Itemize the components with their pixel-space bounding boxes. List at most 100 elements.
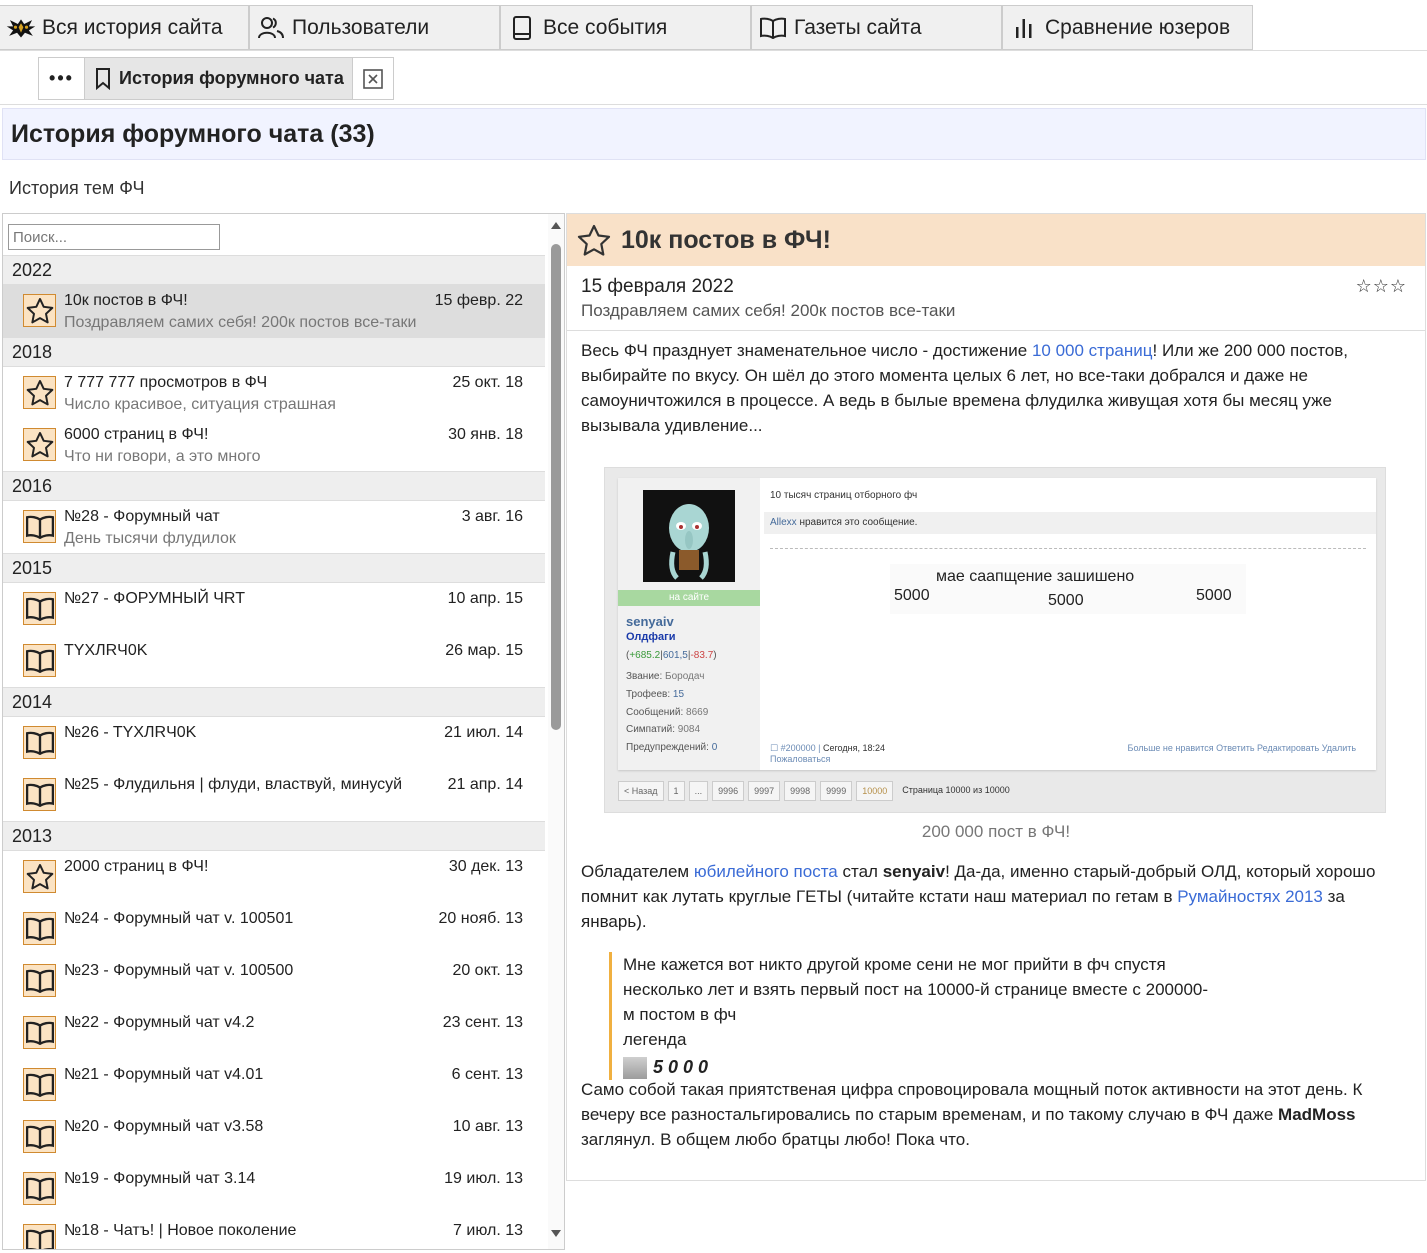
item-date: 25 окт. 18: [452, 374, 523, 391]
scroll-down-icon[interactable]: [551, 1230, 561, 1237]
open-book-icon: [23, 1172, 56, 1205]
list-item[interactable]: №24 - Форумный чат v. 100501 20 нояб. 13: [3, 903, 545, 955]
likes-bar: Allexx нравится это сообщение.: [764, 512, 1376, 534]
link-rumaynosti-2013[interactable]: Румайностях 2013: [1177, 887, 1323, 906]
close-tab-button[interactable]: [353, 58, 393, 99]
link-10000-pages[interactable]: 10 000 страниц: [1032, 341, 1153, 360]
list-item[interactable]: №18 - Чатъ! | Новое поколение 7 июл. 13: [3, 1215, 545, 1249]
sub-tabs: ••• История форумного чата: [38, 57, 394, 100]
item-description: Поздравляем самих себя! 200к постов все-…: [64, 314, 417, 331]
bookmark-icon: [95, 67, 111, 90]
topics-list-panel: 2022 10к постов в ФЧ! 15 февр. 22 Поздравля…: [2, 213, 565, 1250]
link-jubilee-post[interactable]: юбилейного поста: [694, 862, 838, 881]
stat-posts: Сообщений: 8669: [626, 707, 709, 718]
star-icon: [577, 224, 611, 256]
open-book-icon: [23, 912, 56, 945]
page-subtitle: История тем ФЧ: [9, 178, 145, 198]
list-item[interactable]: №27 - ФОРУМНЫЙ ЧRT 10 апр. 15: [3, 583, 545, 635]
scrollbar-thumb[interactable]: [551, 244, 561, 730]
list-item[interactable]: №23 - Форумный чат v. 100500 20 окт. 13: [3, 955, 545, 1007]
page-title: История форумного чата (33): [2, 108, 1426, 160]
tab-label: История форумного чата: [119, 68, 344, 88]
stat-warnings: Предупреждений: 0: [626, 742, 718, 753]
pager-button: 9998: [784, 781, 817, 801]
users-icon: [256, 13, 286, 43]
open-book-icon: [23, 1120, 56, 1153]
list-item[interactable]: №25 - Флудильня | флуди, властвуй, минус…: [3, 769, 545, 821]
open-book-icon: [23, 726, 56, 759]
nav-tab-all-events[interactable]: Все события: [500, 5, 751, 50]
message-title: 10 тысяч страниц отборного фч: [770, 490, 918, 501]
item-title: №27 - ФОРУМНЫЙ ЧRT: [64, 590, 245, 607]
nav-tab-site-history[interactable]: Вся история сайта: [0, 5, 249, 50]
scroll-up-icon[interactable]: [551, 222, 561, 229]
item-date: 21 апр. 14: [447, 776, 523, 793]
item-date: 15 февр. 22: [434, 292, 523, 309]
online-status: на сайте: [618, 590, 760, 606]
post-footer: ☐ #200000 | Сегодня, 18:24 Больше не нра…: [770, 743, 1357, 764]
list-item[interactable]: №20 - Форумный чат v3.58 10 авг. 13: [3, 1111, 545, 1163]
divider: [0, 104, 1427, 105]
user-rank: Олдфаги: [626, 631, 676, 643]
pager-button: ...: [688, 781, 709, 801]
item-date: 20 нояб. 13: [438, 910, 524, 927]
user-profile-column: на сайте senyaiv Олдфаги (+685.2|601,5|-…: [618, 478, 760, 770]
item-title: №20 - Форумный чат v3.58: [64, 1118, 264, 1135]
item-date: 20 окт. 13: [452, 962, 523, 979]
site-logo-icon: [6, 13, 36, 43]
divider: [567, 330, 1425, 331]
avatar: [643, 490, 735, 582]
item-date: 23 сент. 13: [442, 1014, 523, 1031]
nav-tab-compare-users[interactable]: Сравнение юзеров: [1002, 5, 1253, 50]
scrollbar[interactable]: [548, 214, 564, 1249]
open-book-icon: [23, 592, 56, 625]
pager-button: 1: [667, 781, 685, 801]
open-book-icon: [23, 644, 56, 677]
nav-tab-newspapers[interactable]: Газеты сайта: [751, 5, 1002, 50]
item-title: №24 - Форумный чат v. 100501: [64, 910, 294, 927]
year-header: 2022: [3, 255, 545, 285]
item-title: №22 - Форумный чат v4.2: [64, 1014, 255, 1031]
list-item[interactable]: №21 - Форумный чат v4.01 6 сент. 13: [3, 1059, 545, 1111]
list-item[interactable]: 6000 страниц в ФЧ! 30 янв. 18 Что ни говор…: [3, 419, 545, 471]
item-title: №19 - Форумный чат 3.14: [64, 1170, 256, 1187]
item-date: 10 апр. 15: [447, 590, 523, 607]
item-date: 19 июл. 13: [444, 1170, 523, 1187]
topics-list: 2022 10к постов в ФЧ! 15 февр. 22 Поздравля…: [3, 255, 545, 1249]
search-input[interactable]: [8, 224, 220, 250]
quote-text: Мне кажется вот никто другой кроме сени …: [623, 955, 1209, 1024]
list-item[interactable]: TYXЛRЧ0K 26 мар. 15: [3, 635, 545, 687]
item-title: №26 - TYXЛRЧ0K: [64, 724, 197, 741]
list-item[interactable]: №26 - TYXЛRЧ0K 21 июл. 14: [3, 717, 545, 769]
list-item[interactable]: №22 - Форумный чат v4.2 23 сент. 13: [3, 1007, 545, 1059]
item-date: 7 июл. 13: [453, 1222, 523, 1239]
nav-tab-users[interactable]: Пользователи: [249, 5, 500, 50]
item-date: 26 мар. 15: [445, 642, 523, 659]
list-item[interactable]: 2000 страниц в ФЧ! 30 дек. 13: [3, 851, 545, 903]
divider: [770, 548, 1366, 549]
list-item[interactable]: 7 777 777 просмотров в ФЧ 25 окт. 18 Число…: [3, 367, 545, 419]
item-title: 2000 страниц в ФЧ!: [64, 858, 209, 875]
article-panel: 10к постов в ФЧ! 15 февраля 2022 ☆☆☆ Поз…: [566, 213, 1426, 1181]
pager-button: < Назад: [618, 781, 664, 801]
list-item[interactable]: №19 - Форумный чат 3.14 19 июл. 13: [3, 1163, 545, 1215]
year-header: 2014: [3, 687, 545, 717]
item-date: 10 авг. 13: [452, 1118, 523, 1135]
open-book-icon: [23, 1016, 56, 1049]
forum-post-card: на сайте senyaiv Олдфаги (+685.2|601,5|-…: [618, 478, 1376, 770]
article-paragraph-2: Обладателем юбилейного поста стал senyai…: [581, 862, 1376, 931]
nav-tab-label: Все события: [543, 15, 668, 39]
item-description: Число красивое, ситуация страшная: [64, 396, 336, 413]
article-header: 10к постов в ФЧ!: [567, 214, 1425, 266]
stat-trophies: Трофеев: 15: [626, 689, 685, 700]
nav-tab-label: Пользователи: [292, 15, 430, 39]
list-item[interactable]: 10к постов в ФЧ! 15 февр. 22 Поздравляем с…: [3, 285, 545, 337]
rating-stars[interactable]: ☆☆☆: [1356, 276, 1407, 297]
pager-button: 9999: [820, 781, 853, 801]
list-item[interactable]: №28 - Форумный чат 3 авг. 16 День тысячи ф…: [3, 501, 545, 553]
item-title: TYXЛRЧ0K: [64, 642, 148, 659]
pager-button: 9996: [712, 781, 745, 801]
image-caption: 200 000 пост в ФЧ!: [921, 822, 1071, 841]
tab-forum-chat-history[interactable]: История форумного чата: [85, 58, 353, 99]
more-tabs-button[interactable]: •••: [39, 58, 85, 99]
